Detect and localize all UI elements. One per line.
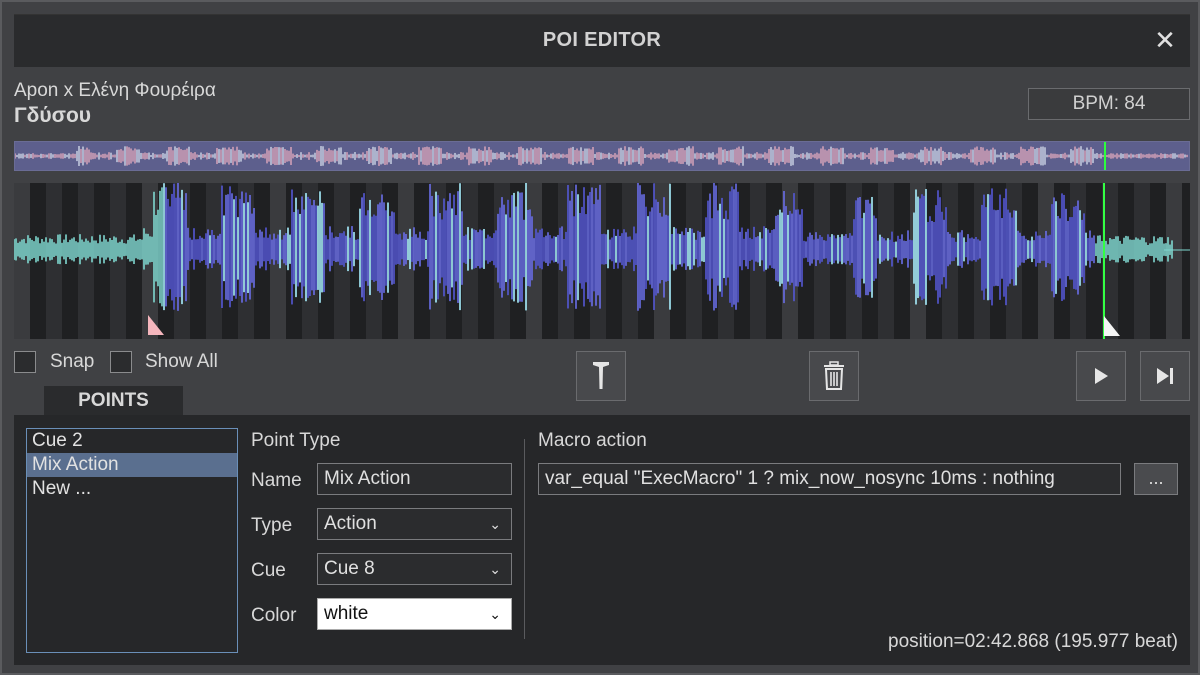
chevron-down-icon: ⌄	[489, 561, 501, 577]
overview-playhead	[1104, 142, 1106, 170]
show-all-checkbox[interactable]	[110, 351, 132, 373]
waveform-zoom[interactable]	[14, 183, 1190, 339]
point-type-heading: Point Type	[251, 430, 341, 451]
play-icon	[1095, 368, 1108, 384]
poi-marker-icon[interactable]	[1104, 316, 1120, 336]
cue-marker-icon[interactable]	[148, 315, 164, 335]
marker-icon	[593, 362, 609, 389]
title-bar: POI EDITOR ✕	[14, 14, 1190, 67]
chevron-down-icon: ⌄	[489, 516, 501, 532]
delete-point-button[interactable]	[809, 351, 859, 401]
bpm-display: BPM: 84	[1028, 88, 1190, 120]
add-marker-button[interactable]	[576, 351, 626, 401]
panel-divider	[524, 439, 525, 639]
close-icon[interactable]: ✕	[1154, 27, 1176, 53]
macro-action-label: Macro action	[538, 430, 647, 451]
cue-select-value: Cue 8	[324, 558, 375, 579]
zoomed-waveform-graphic	[14, 183, 1190, 339]
skip-to-point-button[interactable]	[1140, 351, 1190, 401]
skip-end-icon	[1157, 368, 1173, 384]
name-field[interactable]: Mix Action	[317, 463, 512, 495]
show-all-label: Show All	[145, 351, 218, 372]
list-item-selected[interactable]: Mix Action	[27, 453, 237, 477]
position-readout: position=02:42.868 (195.977 beat)	[888, 631, 1178, 652]
color-label: Color	[251, 605, 297, 626]
name-label: Name	[251, 470, 302, 491]
snap-checkbox[interactable]	[14, 351, 36, 373]
points-list[interactable]: Cue 2 Mix Action New ...	[26, 428, 238, 653]
macro-browse-button[interactable]: ...	[1134, 463, 1178, 495]
type-select[interactable]: Action ⌄	[317, 508, 512, 540]
type-select-value: Action	[324, 513, 377, 534]
poi-editor-window: POI EDITOR ✕ Apon x Ελένη Φουρέιρα Γδύσο…	[0, 0, 1200, 675]
cue-select[interactable]: Cue 8 ⌄	[317, 553, 512, 585]
play-button[interactable]	[1076, 351, 1126, 401]
track-title: Γδύσου	[14, 104, 91, 127]
overview-waveform-graphic	[15, 146, 1188, 166]
cue-label: Cue	[251, 560, 286, 581]
points-panel: Cue 2 Mix Action New ... Point Type Name…	[14, 415, 1190, 665]
track-artist: Apon x Ελένη Φουρέιρα	[14, 80, 216, 101]
window-title: POI EDITOR	[542, 29, 662, 51]
list-item-new[interactable]: New ...	[27, 477, 237, 501]
trash-icon	[824, 361, 844, 390]
snap-label: Snap	[50, 351, 95, 372]
color-select[interactable]: white ⌄	[317, 598, 512, 630]
macro-action-input[interactable]: var_equal "ExecMacro" 1 ? mix_now_nosync…	[538, 463, 1121, 495]
tab-points[interactable]: POINTS	[44, 386, 183, 416]
color-select-value: white	[324, 603, 369, 624]
type-label: Type	[251, 515, 293, 536]
list-item[interactable]: Cue 2	[27, 429, 237, 453]
waveform-overview[interactable]	[14, 141, 1190, 171]
chevron-down-icon: ⌄	[489, 606, 501, 622]
